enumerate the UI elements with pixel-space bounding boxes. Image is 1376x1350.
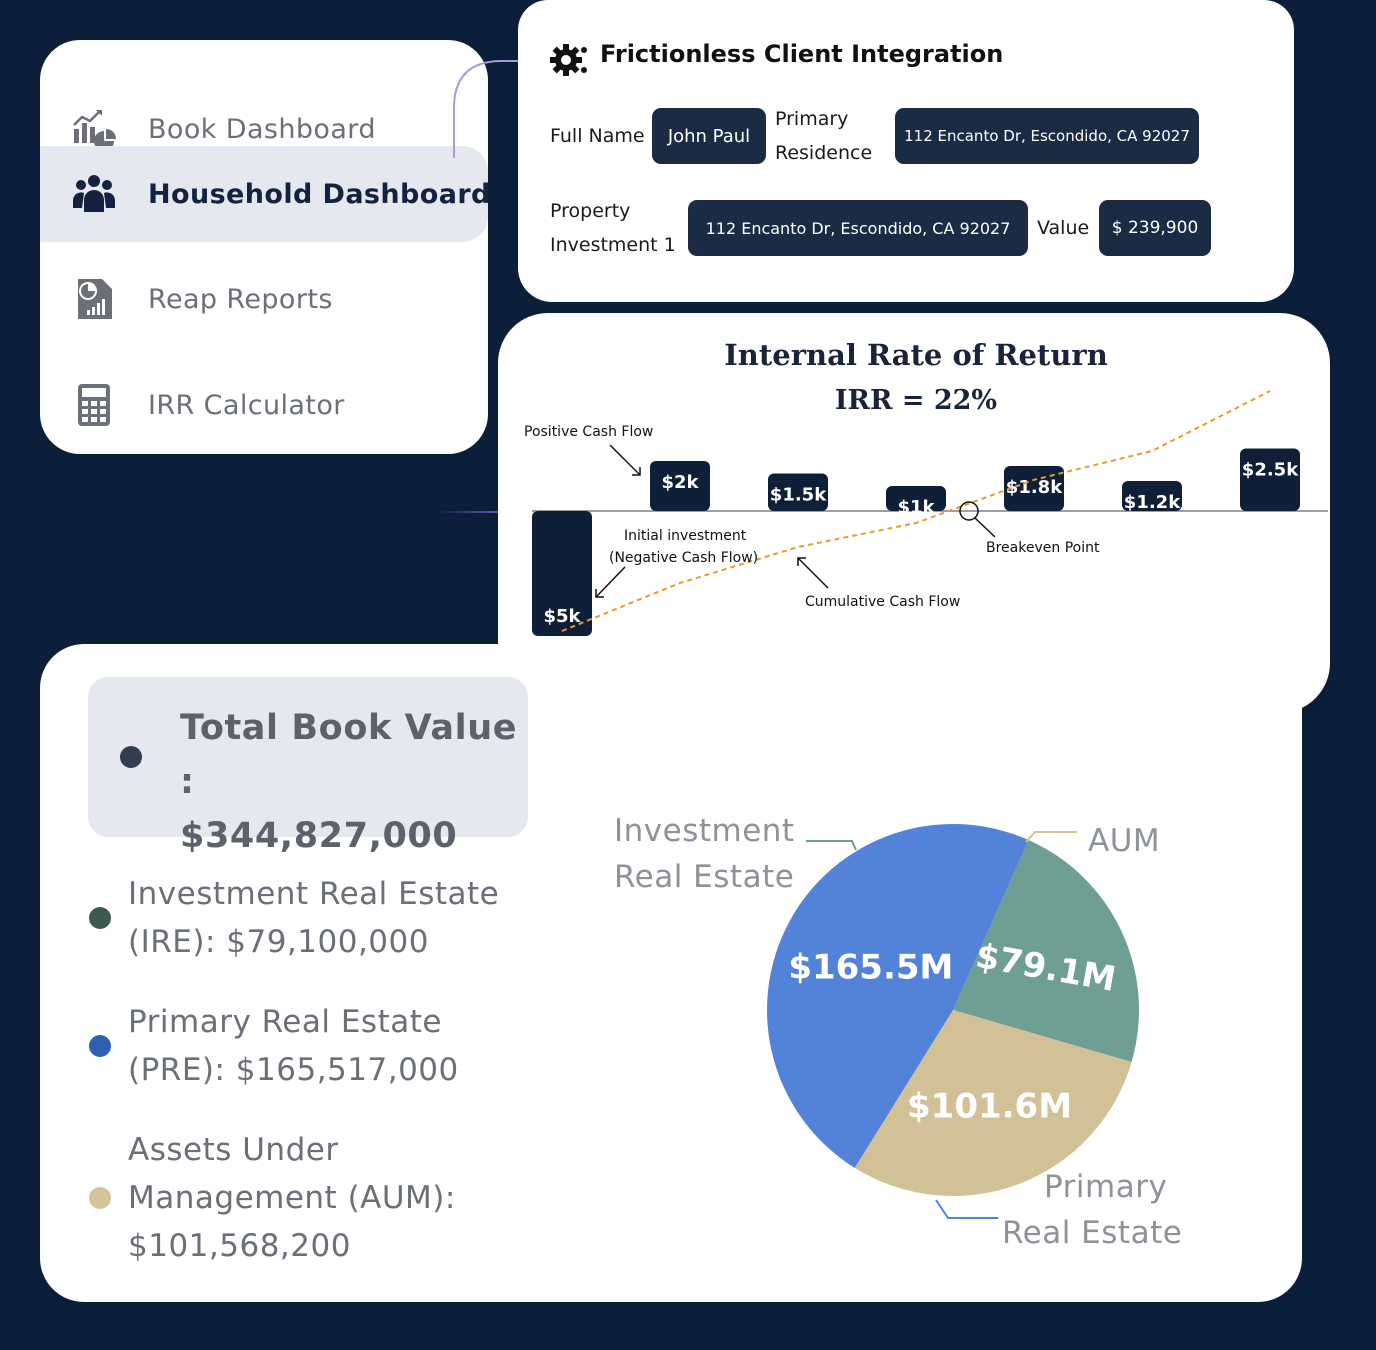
primary-residence-field[interactable]: 112 Encanto Dr, Escondido, CA 92027 [895,108,1199,164]
pie-label-pre-line2: Real Estate [1002,1215,1183,1251]
legend-text-line: (IRE): $79,100,000 [128,924,429,960]
legend-dot-pre [89,1035,111,1057]
calculator-icon [72,383,116,427]
report-icon [72,277,116,321]
property-label-line2: Investment 1 [550,234,676,256]
cash-flow-data-label: $1.2k [1124,492,1181,513]
pie-label-ire-line1: Investment [614,813,795,849]
full-name-label: Full Name [550,125,645,147]
legend-text-line: Management (AUM): [128,1180,456,1216]
pie-data-label: $165.5M [788,947,953,987]
nav-label: Book Dashboard [148,113,376,145]
total-book-value-amount: $344,827,000 [180,816,458,856]
primary-residence-label-line1: Primary [775,108,849,130]
legend-dot-ire [89,907,111,929]
total-book-value-box: Total Book Value : $344,827,000 [88,677,528,856]
cash-flow-data-label: $2k [661,472,699,493]
pie-label-pre-line1: Primary [1044,1169,1168,1205]
property-label-line1: Property [550,200,631,222]
pie-data-label: $101.6M [907,1087,1072,1127]
side-navigation: Book Dashboard Household Dashboard Reap … [40,40,488,454]
total-book-value-label: Total Book Value : [180,708,518,802]
negative-cash-flow-annotation: (Negative Cash Flow) [609,550,758,566]
leader-line-pre [935,1199,998,1219]
nav-item-reap-reports[interactable]: Reap Reports [40,251,488,347]
nav-item-household-dashboard[interactable]: Household Dashboard [40,146,488,242]
cash-flow-data-label: $5k [543,606,581,627]
nav-label: IRR Calculator [148,389,345,421]
irr-chart-subtitle: IRR = 22% [835,385,997,416]
integration-title: Frictionless Client Integration [600,40,1004,68]
users-icon [72,172,116,216]
legend-item-pre: Primary Real Estate (PRE): $165,517,000 [128,998,459,1094]
cumulative-cash-flow-annotation: Cumulative Cash Flow [805,594,960,610]
pie-label-ire-line2: Real Estate [614,859,795,895]
legend-dot-aum [89,1187,111,1209]
cash-flow-data-label: $1.5k [770,485,827,506]
nav-label: Reap Reports [148,283,333,315]
client-integration-card: Frictionless Client Integration Full Nam… [518,0,1294,302]
arrow-icon [595,566,626,598]
total-book-value: Total Book Value : $344,827,000 [180,701,528,863]
cash-flow-data-label: $2.5k [1242,460,1299,481]
legend-text-line: (PRE): $165,517,000 [128,1052,459,1088]
value-field[interactable]: $ 239,900 [1099,200,1211,256]
legend-item-aum: Assets Under Management (AUM): $101,568,… [128,1126,456,1270]
property-address-field[interactable]: 112 Encanto Dr, Escondido, CA 92027 [688,200,1028,256]
legend-text-line: $101,568,200 [128,1228,351,1264]
arrow-icon [797,557,829,589]
breakeven-point-annotation: Breakeven Point [986,540,1100,556]
nav-label: Household Dashboard [148,178,488,210]
leader-line-ire [806,840,857,851]
arrow-icon [609,444,641,476]
legend-text-line: Primary Real Estate [128,1004,442,1040]
legend-text-line: Investment Real Estate [128,876,500,912]
breakeven-magnifier-icon [959,501,996,538]
value-label: Value [1037,217,1090,239]
cash-flow-data-label: $1k [897,497,935,518]
leader-line-aum [1025,831,1077,843]
chart-pie-icon [72,107,116,151]
initial-investment-annotation: Initial investment [624,528,747,544]
nav-item-irr-calculator[interactable]: IRR Calculator [40,357,488,453]
irr-chart-title: Internal Rate of Return [724,338,1108,372]
legend-text-line: Assets Under [128,1132,339,1168]
positive-cash-flow-annotation: Positive Cash Flow [524,424,653,440]
pie-label-aum: AUM [1088,823,1161,859]
full-name-field[interactable]: John Paul [652,108,766,164]
primary-residence-label-line2: Residence [775,142,873,164]
legend-item-ire: Investment Real Estate (IRE): $79,100,00… [128,870,499,966]
gear-icon [549,43,589,81]
book-value-card: Total Book Value : $344,827,000 Investme… [40,644,1302,1302]
total-dot [120,746,142,768]
